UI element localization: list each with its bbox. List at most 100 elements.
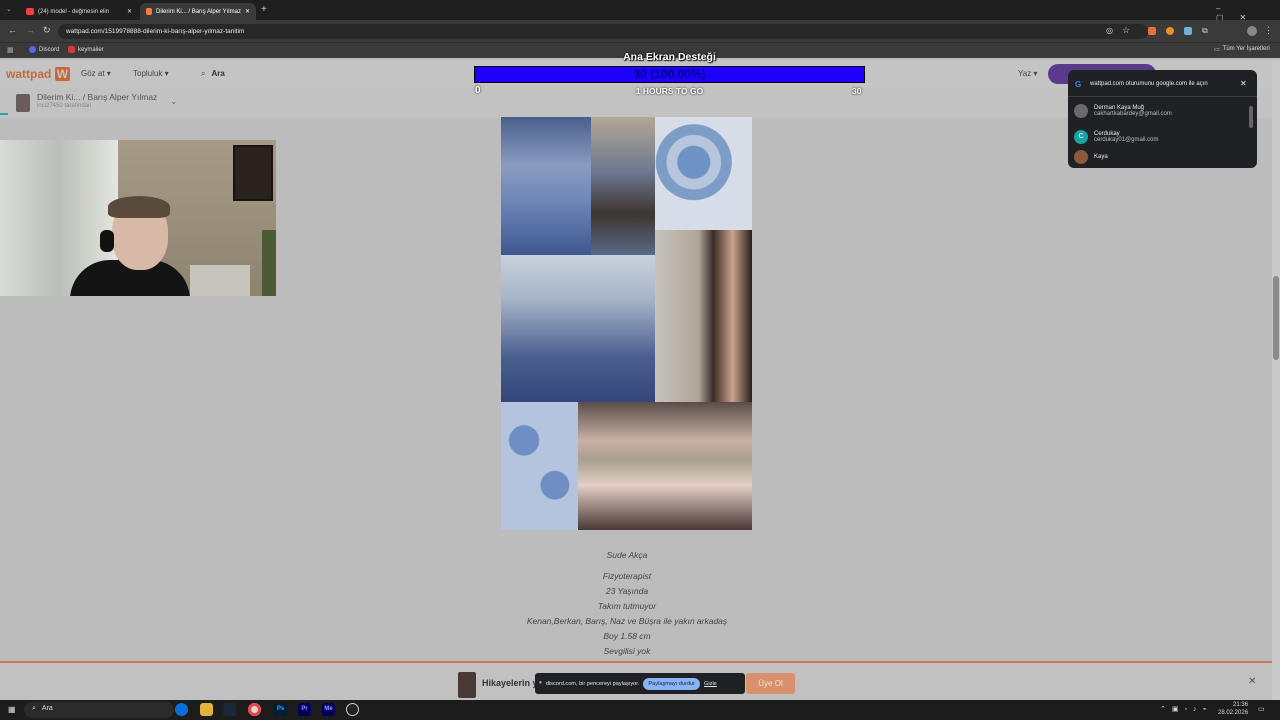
divider <box>1068 96 1257 97</box>
start-icon[interactable]: ▦ <box>8 705 16 714</box>
account-item[interactable]: C Cerdukay cerdukay01@gmail.com <box>1074 126 1158 148</box>
date-text: 28.02.2026 <box>1218 710 1249 716</box>
close-icon[interactable]: ✕ <box>1240 79 1247 88</box>
signup-button[interactable]: Üye Ol <box>746 673 795 694</box>
avatar: C <box>1074 130 1088 144</box>
close-icon[interactable]: ✕ <box>1248 676 1256 687</box>
eye-off-icon[interactable]: ◎ <box>1106 26 1113 35</box>
story-cover <box>16 94 30 112</box>
tab-search-icon[interactable]: ⌄ <box>6 5 12 13</box>
avatar <box>1074 104 1088 118</box>
stop-sharing-button[interactable]: Paylaşmayı durdur <box>643 677 701 690</box>
share-text: discord.com, bir pencereyi paylaşıyor. <box>545 680 640 687</box>
reading-progress <box>0 113 8 115</box>
account-item[interactable]: Derman Kaya Muğ cakhartkabardey@gmail.com <box>1074 100 1172 122</box>
nav-label: Topluluk <box>133 69 163 78</box>
bookmark-label: keymailer <box>78 46 104 53</box>
taskbar: ▦ ⌕ Ara 21:36 28.02.2026 ⌃▣◦♪⌁ ▭ <box>0 700 1280 720</box>
pause-icon: ⏸ <box>539 680 542 686</box>
search-label: Ara <box>41 705 53 712</box>
page-scrollbar[interactable] <box>1272 60 1280 700</box>
notification-icon[interactable]: ▭ <box>1258 705 1265 713</box>
nav-community[interactable]: Topluluk ▾ <box>133 69 169 78</box>
desk <box>190 265 250 296</box>
premiere-icon[interactable]: Pr <box>298 703 311 716</box>
story-author[interactable]: inci27450 tarafından <box>37 103 91 109</box>
chevron-down-icon[interactable]: ⌄ <box>170 96 178 107</box>
extension-icon[interactable] <box>1166 27 1174 35</box>
bio-line: 23 Yaşında <box>605 586 649 596</box>
banner-text: Hikayelerin y <box>482 678 538 688</box>
clock[interactable]: 21:36 28.02.2026 <box>1218 701 1248 717</box>
url-field[interactable]: wattpad.com/1519978888-dilerim-ki-barış-… <box>58 24 1148 39</box>
forward-icon[interactable]: → <box>26 25 35 35</box>
search-field[interactable]: ⌕ Ara <box>201 69 225 79</box>
puzzle-icon[interactable]: ⧉ <box>1202 26 1208 36</box>
bio-line: Fizyoterapist <box>602 571 652 581</box>
moodboard-collage <box>501 117 752 530</box>
all-bookmarks[interactable]: ▭ Tüm Yer İşaretleri <box>1214 46 1270 53</box>
steam-icon[interactable] <box>223 703 236 716</box>
discord-icon <box>29 46 36 53</box>
tab-strip: ⌄ (24) model - değmesin elin ✕ Dilerim K… <box>0 0 1280 22</box>
keymailer-icon <box>68 46 75 53</box>
wattpad-icon <box>146 8 153 15</box>
wattpad-logo[interactable]: wattpad W <box>6 67 71 81</box>
close-icon[interactable]: ✕ <box>127 8 132 15</box>
tab-youtube[interactable]: (24) model - değmesin elin ✕ <box>20 3 138 20</box>
bookmark-discord[interactable]: Discord <box>29 46 59 53</box>
bookmark-keymailer[interactable]: keymailer <box>68 46 104 53</box>
goal-progress-text: 30 (100.00%) <box>633 67 706 81</box>
explorer-icon[interactable] <box>200 703 213 716</box>
bio-line: Kenan,Berkan, Barış, Naz ve Büşra ile ya… <box>526 616 728 626</box>
girl-flower-image <box>655 230 752 402</box>
chrome-icon[interactable] <box>248 703 261 716</box>
hearts-image <box>501 402 578 530</box>
folder-icon: ▭ <box>1214 47 1220 53</box>
account-name: Kaya <box>1094 154 1108 160</box>
search-icon: ⌕ <box>201 69 206 78</box>
nav-browse[interactable]: Göz at ▾ <box>81 69 111 78</box>
media-encoder-icon[interactable]: Me <box>322 703 335 716</box>
hide-link[interactable]: Gizle <box>704 681 717 687</box>
edge-icon[interactable] <box>175 703 188 716</box>
apps-icon[interactable]: ▦ <box>7 46 14 54</box>
extension-icon[interactable] <box>1148 27 1156 35</box>
goal-progress-bar: 30 (100.00%) <box>474 66 865 83</box>
google-signin-popup: G wattpad.com oturumunu google.com ile a… <box>1068 70 1257 168</box>
records-image <box>655 117 752 230</box>
menu-icon[interactable]: ⋮ <box>1264 25 1273 36</box>
character-bio: Sude Akça Fizyoterapist 23 Yaşında Takım… <box>440 548 814 659</box>
bookmark-label: Discord <box>39 46 60 53</box>
extension-icon[interactable] <box>1184 27 1192 35</box>
system-tray[interactable]: ⌃▣◦♪⌁ <box>1160 705 1213 713</box>
banner-cover <box>458 672 476 698</box>
headphones-icon <box>100 230 114 252</box>
back-icon[interactable]: ← <box>8 25 17 35</box>
bio-line: Takım tutmuyor <box>597 601 657 611</box>
story-title[interactable]: Dilerim Ki... / Barış Alper Yılmaz <box>37 92 157 102</box>
obs-icon[interactable] <box>346 703 359 716</box>
profile-avatar[interactable] <box>1247 26 1257 36</box>
avatar <box>1074 150 1088 164</box>
nav-label: Yaz <box>1018 69 1032 78</box>
star-icon[interactable]: ☆ <box>1122 25 1130 36</box>
photoshop-icon[interactable]: Ps <box>274 703 287 716</box>
bio-line: Sevgilisi yok <box>603 646 651 656</box>
bio-line: Boy 1.58 cm <box>603 631 651 641</box>
new-tab-button[interactable]: + <box>261 4 267 15</box>
eyes-closeup-image <box>578 402 752 530</box>
google-icon: G <box>1075 80 1082 89</box>
tab-wattpad[interactable]: Dilerim Ki... / Barış Alper Yılmaz ✕ <box>140 3 256 20</box>
popup-scrollbar[interactable] <box>1249 106 1253 128</box>
framed-portrait <box>233 145 273 201</box>
reload-icon[interactable]: ↻ <box>43 25 51 36</box>
taskbar-search[interactable]: ⌕ Ara <box>24 702 174 718</box>
search-icon: ⌕ <box>32 705 36 712</box>
search-placeholder: Ara <box>211 69 225 78</box>
nav-write[interactable]: Yaz ▾ <box>1018 69 1037 78</box>
close-icon[interactable]: ✕ <box>245 8 250 15</box>
account-item[interactable]: Kaya <box>1074 150 1108 164</box>
logo-w-icon: W <box>54 67 71 81</box>
scrollbar-thumb[interactable] <box>1273 276 1279 360</box>
